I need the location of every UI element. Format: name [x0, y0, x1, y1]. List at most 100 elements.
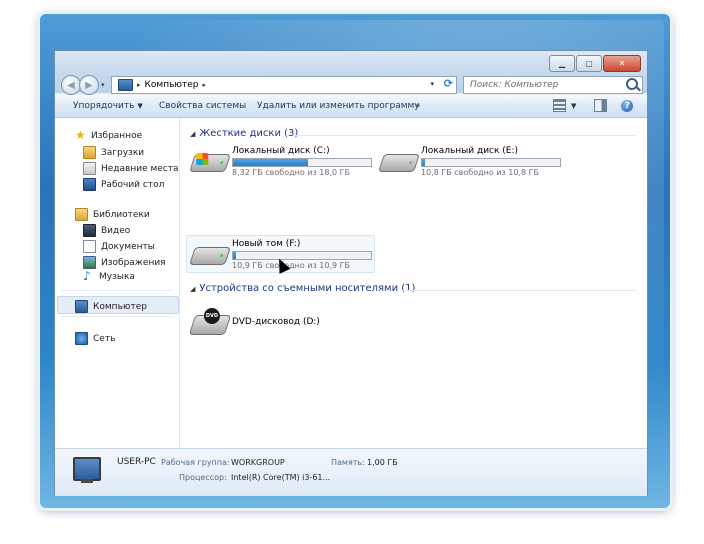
sidebar-label-network: Сеть [93, 333, 116, 344]
libraries-icon [75, 208, 88, 221]
sidebar-item-libraries[interactable]: Библиотеки [75, 208, 150, 221]
minimize-button[interactable]: ▁ [549, 55, 575, 72]
drive-name: Новый том (F:) [232, 239, 301, 249]
desktop-icon [83, 178, 96, 191]
drive-name: Локальный диск (C:) [232, 146, 330, 156]
drive-led-icon [219, 161, 224, 164]
drive-led-icon [219, 254, 224, 257]
drive-usage-fill [233, 159, 308, 166]
sidebar-item-recent[interactable]: Недавние места [83, 162, 179, 175]
group-header-removable[interactable]: ◢ Устройства со съемными носителями (1) [190, 283, 415, 294]
workgroup-value: WORKGROUP [231, 458, 285, 467]
sidebar-item-desktop[interactable]: Рабочий стол [83, 178, 164, 191]
drive-usage-bar [232, 251, 372, 260]
drive-tile[interactable]: Локальный диск (C:) 8,32 ГБ свободно из … [189, 146, 378, 180]
computer-monitor-icon [73, 457, 101, 481]
content-area: ◢ Жесткие диски (3) Локальный диск (C:) 8… [180, 118, 647, 448]
drive-tile[interactable]: Локальный диск (E:) 10,8 ГБ свободно из … [378, 146, 567, 180]
computer-icon [75, 300, 88, 313]
more-commands-button[interactable]: » [415, 101, 421, 111]
navigation-pane: ★ Избранное Загрузки Недавние места Рабо… [55, 118, 180, 448]
sidebar-item-favorites[interactable]: ★ Избранное [75, 128, 143, 142]
recent-pages-dropdown-icon[interactable]: ▾ [101, 81, 105, 89]
drive-usage-fill [233, 252, 236, 259]
maximize-button[interactable]: ▢ [576, 55, 602, 72]
organize-label: Упорядочить [73, 101, 135, 111]
dvd-badge: DVD [203, 308, 220, 324]
sidebar-label-video: Видео [101, 225, 131, 236]
group-title-hard-disks: Жесткие диски (3) [199, 128, 299, 139]
sidebar-label-favorites: Избранное [91, 130, 143, 141]
details-pane: USER-PC Рабочая группа: WORKGROUP Память… [55, 448, 647, 496]
command-bar: Упорядочить ▼ Свойства системы Удалить и… [55, 95, 647, 118]
chevron-down-icon: ▼ [137, 102, 143, 110]
system-properties-button[interactable]: Свойства системы [159, 101, 246, 111]
computer-name: USER-PC [117, 457, 156, 467]
uninstall-program-button[interactable]: Удалить или изменить программу [257, 101, 420, 111]
memory-value: 1,00 ГБ [367, 458, 398, 467]
forward-button[interactable]: ▶ [79, 75, 99, 95]
dvd-drive-tile[interactable]: DVD DVD-дисковод (D:) [188, 308, 378, 339]
cpu-label: Процессор: [179, 473, 227, 482]
sidebar-item-downloads[interactable]: Загрузки [83, 146, 144, 159]
search-input[interactable]: Поиск: Компьютер [470, 80, 558, 90]
sidebar-item-pictures[interactable]: Изображения [83, 256, 166, 269]
sidebar-label-recent: Недавние места [101, 163, 179, 174]
drive-name: Локальный диск (E:) [421, 146, 519, 156]
group-divider [294, 135, 637, 136]
windows-logo-icon [196, 153, 209, 165]
video-library-icon [83, 224, 96, 237]
cpu-value: Intel(R) Core(TM) i3-61... [231, 473, 331, 482]
refresh-icon[interactable]: ⟳ [444, 77, 453, 90]
hard-drive-icon [189, 247, 231, 265]
dvd-drive-icon: DVD [188, 308, 232, 335]
close-button[interactable]: ✕ [603, 55, 641, 72]
breadcrumb-computer[interactable]: Компьютер [145, 80, 199, 90]
dvd-drive-name: DVD-дисковод (D:) [232, 317, 320, 327]
collapse-triangle-icon: ◢ [190, 285, 196, 293]
sidebar-item-music[interactable]: ♪ Музыка [83, 269, 135, 283]
breadcrumb-separator-icon[interactable]: ▸ [137, 81, 141, 89]
group-header-hard-disks[interactable]: ◢ Жесткие диски (3) [190, 128, 298, 139]
organize-button[interactable]: Упорядочить ▼ [73, 101, 143, 111]
sidebar-label-pictures: Изображения [101, 257, 166, 268]
music-note-icon: ♪ [83, 269, 91, 283]
address-dropdown-icon[interactable]: ▾ [430, 80, 434, 88]
view-options: ▼ ? [553, 99, 634, 112]
downloads-folder-icon [83, 146, 96, 159]
drive-free-space: 8,32 ГБ свободно из 18,0 ГБ [232, 168, 351, 177]
documents-library-icon [83, 240, 96, 253]
search-icon[interactable] [626, 78, 638, 90]
network-icon [75, 332, 88, 345]
workgroup-label: Рабочая группа: [161, 458, 230, 467]
group-title-removable: Устройства со съемными носителями (1) [199, 283, 416, 294]
breadcrumb-chevron-icon[interactable]: ▸ [202, 81, 206, 89]
drive-free-space: 10,8 ГБ свободно из 10,8 ГБ [421, 168, 540, 177]
group-divider [402, 290, 637, 291]
sidebar-item-documents[interactable]: Документы [83, 240, 155, 253]
drive-usage-fill [422, 159, 425, 166]
hard-drive-icon [189, 153, 231, 172]
sidebar-item-computer[interactable]: Компьютер [75, 300, 147, 313]
nav-divider [61, 290, 173, 291]
navigation-row: ◀ ▶ ▾ ▸ Компьютер ▸ ▾ ⟳ Поиск: Компьютер [61, 75, 643, 95]
sidebar-label-documents: Документы [101, 241, 155, 252]
search-box[interactable]: Поиск: Компьютер [463, 76, 643, 94]
address-bar[interactable]: ▸ Компьютер ▸ ▾ ⟳ [111, 76, 457, 94]
back-button[interactable]: ◀ [61, 75, 81, 95]
preview-pane-icon[interactable] [594, 99, 608, 112]
collapse-triangle-icon: ◢ [190, 130, 196, 138]
nav-divider [61, 316, 173, 317]
hard-drive-icon [378, 154, 420, 172]
drive-free-space: 10,9 ГБ свободно из 10,9 ГБ [232, 261, 351, 270]
sidebar-item-network[interactable]: Сеть [75, 332, 115, 345]
window-controls: ▁ ▢ ✕ [548, 55, 641, 72]
sidebar-label-downloads: Загрузки [101, 147, 145, 158]
change-view-icon[interactable] [553, 99, 566, 112]
computer-icon [118, 79, 133, 91]
help-icon[interactable]: ? [621, 99, 634, 112]
star-icon: ★ [75, 128, 86, 142]
drive-usage-bar [232, 158, 372, 167]
sidebar-item-video[interactable]: Видео [83, 224, 130, 237]
view-dropdown-icon[interactable]: ▼ [571, 102, 576, 110]
